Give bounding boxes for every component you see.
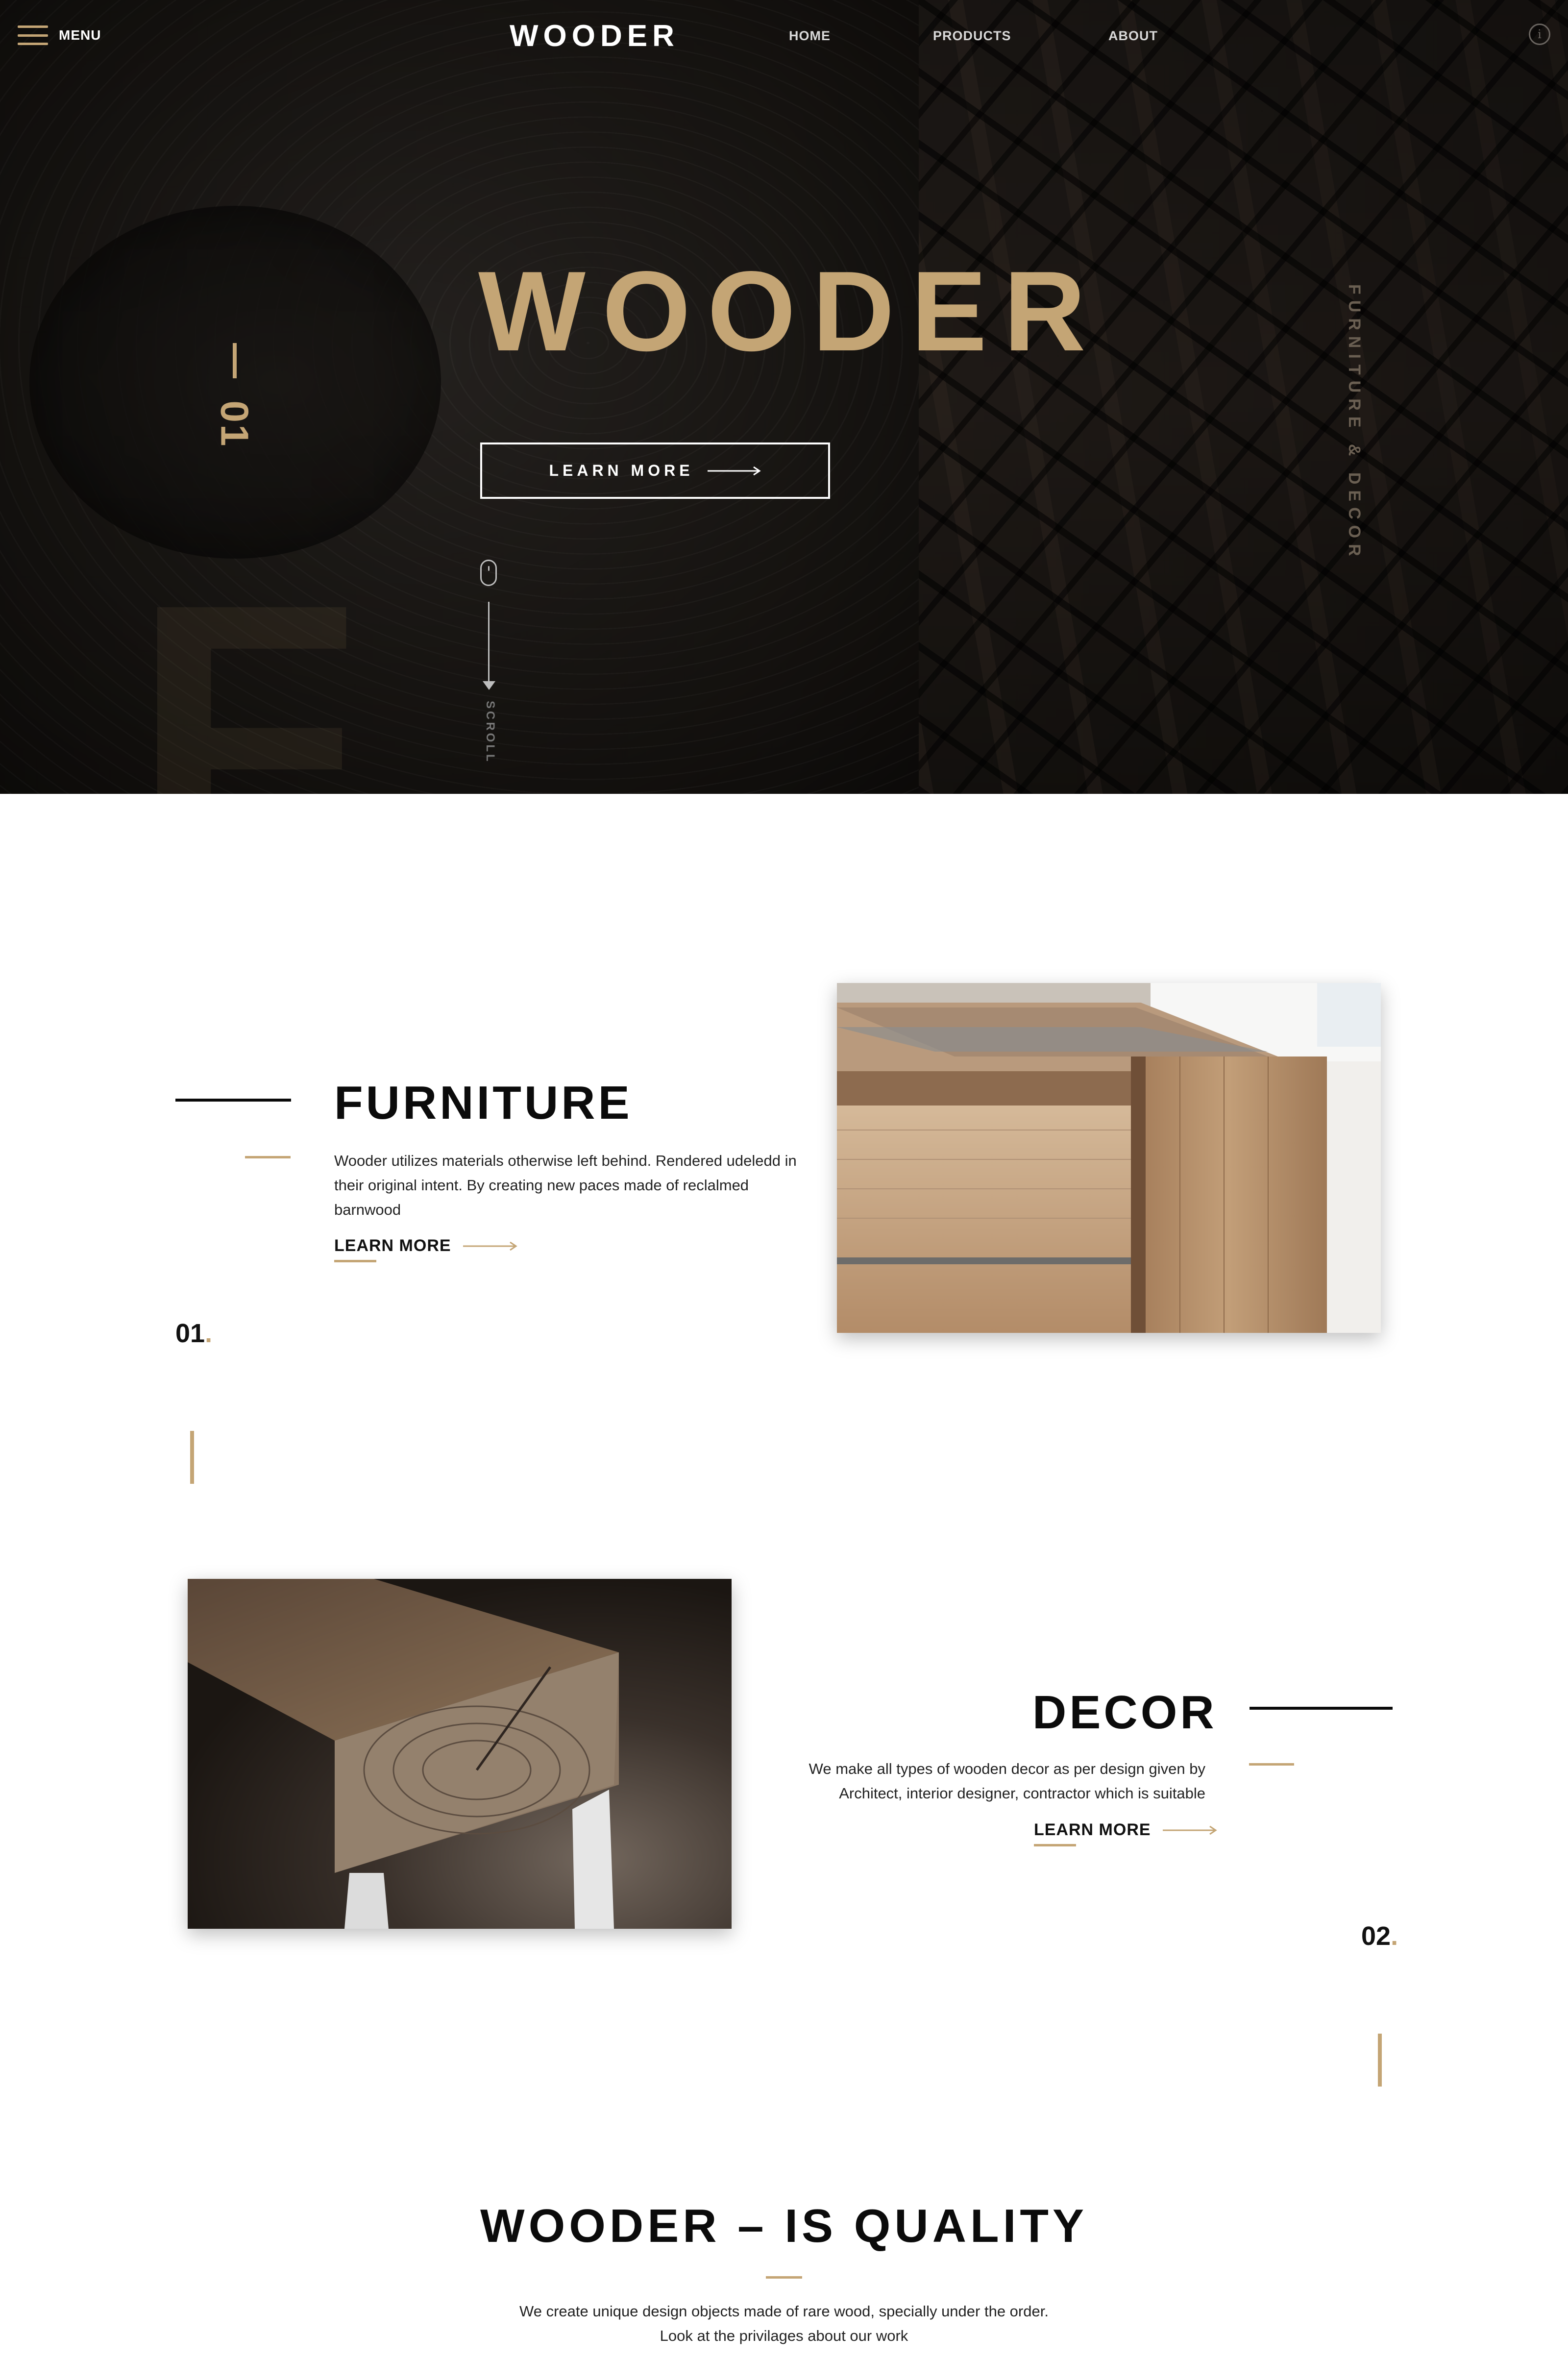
slide-number: 01 <box>213 400 257 448</box>
mouse-icon <box>480 560 497 586</box>
side-tag: FURNITURE & DECOR <box>1340 284 1365 562</box>
section-description-furniture: Wooder utilizes materials otherwise left… <box>334 1152 797 1218</box>
title-line <box>1250 1707 1393 1710</box>
section-number-value: 02 <box>1361 1921 1391 1951</box>
hero-section: F MENU WOODER HOME PRODUCTS ABOUT i 01 W… <box>0 0 1568 794</box>
hero-learn-more-button[interactable]: LEARN MORE <box>480 442 830 499</box>
learn-more-label: LEARN MORE <box>1034 1820 1151 1846</box>
wooden-coffee-table-photo <box>837 983 1381 1333</box>
hero-learn-more-label: LEARN MORE <box>549 462 694 479</box>
section-title-furniture: FURNITURE <box>334 1077 633 1129</box>
info-icon[interactable]: i <box>1529 24 1550 45</box>
section-divider <box>1378 2034 1382 2087</box>
nav-link-about[interactable]: ABOUT <box>1108 28 1158 44</box>
title-line <box>175 1099 291 1102</box>
decor-learn-more-link[interactable]: LEARN MORE <box>1034 1820 1218 1846</box>
menu-label: MENU <box>59 27 101 43</box>
quality-description-line-1: We create unique design objects made of … <box>519 2303 1049 2320</box>
learn-more-label: LEARN MORE <box>334 1236 451 1262</box>
nav-link-home[interactable]: HOME <box>789 28 831 44</box>
nav-link-products[interactable]: PRODUCTS <box>933 28 1011 44</box>
slide-indicator: 01 <box>213 343 265 451</box>
accent-line <box>245 1156 291 1158</box>
quality-title: WOODER – IS QUALITY <box>480 2200 1088 2252</box>
section-number-value: 01 <box>175 1319 205 1348</box>
hero-decorative-letter: F <box>132 527 360 794</box>
logo[interactable]: WOODER <box>510 19 679 53</box>
section-number: 02. <box>1361 1921 1398 1951</box>
arrow-right-icon <box>707 466 761 475</box>
slide-indicator-bar <box>233 343 237 378</box>
scroll-arrow-icon <box>483 681 495 690</box>
bench-illustration <box>188 1579 732 1929</box>
furniture-learn-more-link[interactable]: LEARN MORE <box>334 1236 518 1262</box>
section-number: 01. <box>175 1319 213 1348</box>
section-title-decor: DECOR <box>1032 1686 1217 1739</box>
side-tag-text: FURNITURE & DECOR <box>1345 284 1364 562</box>
hamburger-icon <box>18 25 48 45</box>
top-nav: MENU WOODER HOME PRODUCTS ABOUT i <box>0 0 1568 74</box>
section-divider <box>190 1431 194 1484</box>
menu-button[interactable]: MENU <box>18 25 101 45</box>
hero-title: WOODER <box>478 248 1102 375</box>
scroll-label[interactable]: SCROLL <box>483 701 497 764</box>
quality-description-line-2: Look at the privilages about our work <box>660 2327 908 2344</box>
wooden-bench-photo <box>188 1579 732 1929</box>
accent-line <box>1249 1763 1294 1766</box>
coffee-table-illustration <box>837 983 1381 1333</box>
scroll-line <box>488 602 490 685</box>
arrow-right-icon <box>463 1241 517 1251</box>
section-description-decor: We make all types of wooden decor as per… <box>808 1760 1205 1802</box>
arrow-right-icon <box>1162 1825 1217 1835</box>
quality-description: We create unique design objects made of … <box>441 2299 1127 2348</box>
accent-line <box>766 2276 802 2279</box>
